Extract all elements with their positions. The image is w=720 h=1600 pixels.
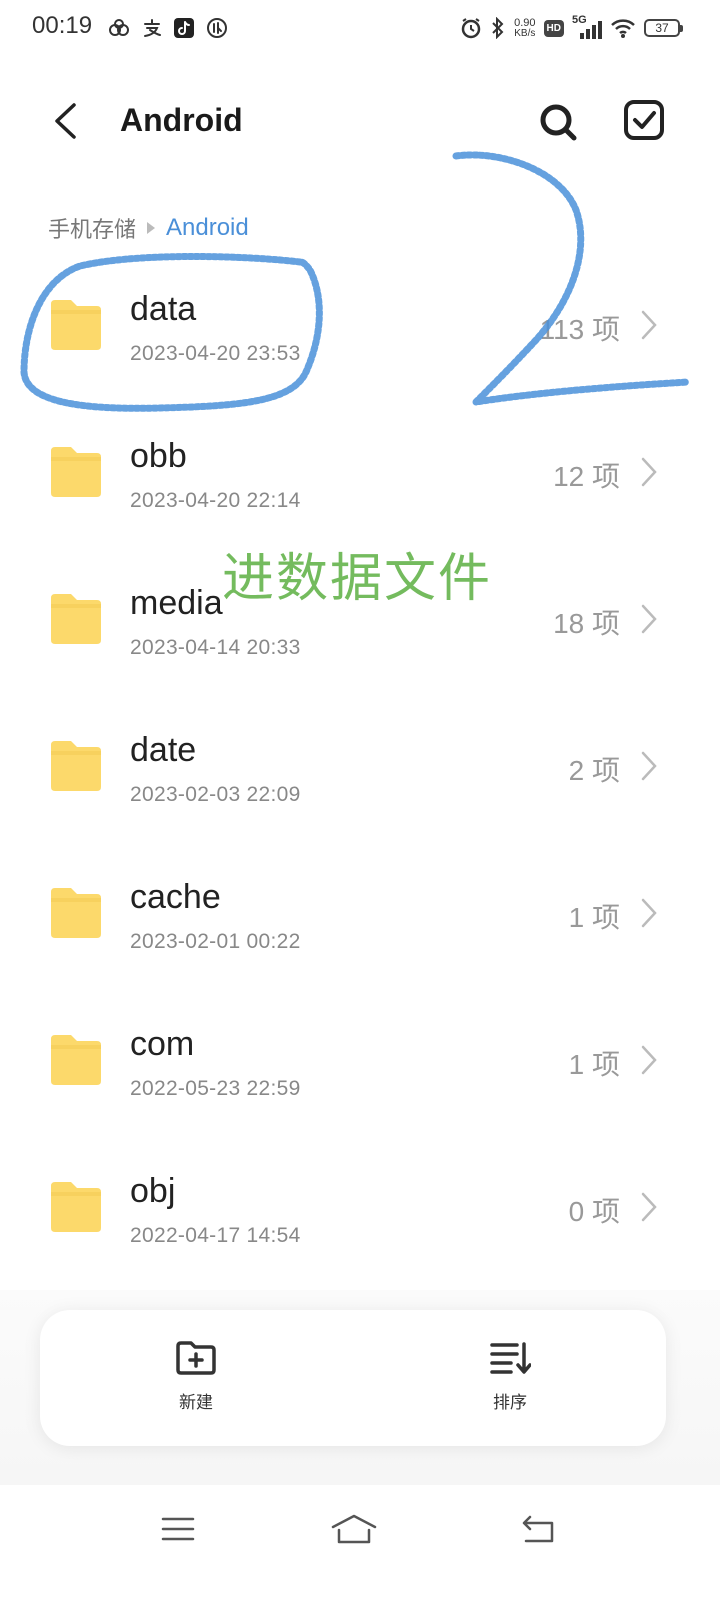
tiktok-icon [174, 18, 194, 38]
search-button[interactable] [532, 98, 584, 150]
signal-icon: 5G [572, 14, 602, 40]
folder-item-count: 1 项 [568, 902, 620, 933]
folder-name: media [130, 584, 223, 622]
bluetooth-icon [490, 17, 506, 39]
chevron-right-icon [638, 1190, 660, 1224]
home-icon [330, 1513, 378, 1549]
folder-item-count: 0 项 [568, 1196, 620, 1227]
folder-icon [47, 296, 105, 354]
chevron-right-icon [638, 749, 660, 783]
folder-name: com [130, 1025, 195, 1063]
folder-item-count: 18 项 [553, 608, 620, 639]
folder-row-data[interactable]: data 2023-04-20 23:53 113 项 [0, 252, 720, 399]
hd-badge: HD [543, 19, 564, 37]
breadcrumb-separator-icon [146, 216, 156, 241]
select-button[interactable] [618, 96, 670, 148]
net-speed: 0.90 KB/s [514, 16, 536, 39]
breadcrumb: 手机存储 Android [48, 212, 249, 244]
folder-date: 2022-04-17 14:54 [130, 1224, 301, 1247]
annotation-text: 进数据文件 [222, 549, 493, 609]
folder-icon [47, 590, 105, 648]
status-bar: 00:19 0.90 KB/s HD 5G 37 [0, 0, 720, 56]
notification-icons [108, 14, 228, 42]
breadcrumb-root[interactable]: 手机存储 [48, 212, 136, 244]
folder-date: 2023-04-14 20:33 [130, 636, 301, 659]
folder-date: 2023-02-03 22:09 [130, 783, 301, 806]
chevron-right-icon [638, 602, 660, 636]
checkbox-icon [623, 99, 665, 145]
folder-row-com[interactable]: com 2022-05-23 22:59 1 项 [0, 987, 720, 1134]
wifi-icon [610, 17, 636, 39]
new-folder-icon [175, 1340, 217, 1380]
folder-item-count: 2 项 [568, 755, 620, 786]
status-time: 00:19 [32, 12, 93, 39]
folder-name: obb [130, 437, 187, 475]
folder-name: date [130, 731, 197, 769]
back-button[interactable] [40, 98, 90, 148]
folder-icon [47, 737, 105, 795]
menu-icon [161, 1516, 195, 1546]
chevron-right-icon [638, 308, 660, 342]
breadcrumb-current: Android [166, 214, 249, 241]
folder-date: 2023-04-20 22:14 [130, 489, 301, 512]
folder-name: cache [130, 878, 221, 916]
folder-row-obb[interactable]: obb 2023-04-20 22:14 12 项 [0, 399, 720, 546]
folder-icon [47, 1031, 105, 1089]
search-icon [538, 102, 578, 146]
recent-apps-button[interactable] [148, 1506, 208, 1556]
back-arrow-icon [520, 1514, 556, 1548]
folder-date: 2023-02-01 00:22 [130, 930, 301, 953]
folder-icon [47, 884, 105, 942]
chevron-right-icon [638, 455, 660, 489]
app-header: Android [0, 88, 720, 158]
folder-row-obj[interactable]: obj 2022-04-17 14:54 0 项 [0, 1134, 720, 1281]
folder-name: data [130, 290, 197, 328]
app-circle-icon [206, 17, 228, 39]
folder-icon [47, 1178, 105, 1236]
cloud-app-icon [108, 18, 130, 38]
sort-button[interactable]: 排序 [450, 1340, 570, 1430]
home-button[interactable] [324, 1506, 384, 1556]
folder-item-count: 113 项 [539, 314, 620, 345]
new-folder-label: 新建 [179, 1393, 213, 1413]
chevron-left-icon [52, 102, 78, 144]
folder-row-date[interactable]: date 2023-02-03 22:09 2 项 [0, 693, 720, 840]
system-back-button[interactable] [508, 1506, 568, 1556]
sort-icon [489, 1340, 532, 1380]
page-title: Android [120, 102, 243, 138]
bottom-toolbar: 新建 排序 [40, 1310, 666, 1446]
folder-icon [47, 443, 105, 501]
folder-item-count: 1 项 [568, 1049, 620, 1080]
folder-date: 2023-04-20 23:53 [130, 342, 301, 365]
folder-date: 2022-05-23 22:59 [130, 1077, 301, 1100]
alarm-icon [460, 17, 482, 39]
folder-row-cache[interactable]: cache 2023-02-01 00:22 1 项 [0, 840, 720, 987]
alipay-icon [142, 18, 162, 38]
chevron-right-icon [638, 896, 660, 930]
system-icons: 0.90 KB/s HD 5G 37 [460, 14, 683, 42]
folder-item-count: 12 项 [553, 461, 620, 492]
sort-label: 排序 [493, 1393, 527, 1413]
battery-indicator: 37 [644, 19, 683, 37]
chevron-right-icon [638, 1043, 660, 1077]
folder-name: obj [130, 1172, 176, 1210]
new-folder-button[interactable]: 新建 [136, 1340, 256, 1430]
navigation-bar [0, 1486, 720, 1600]
